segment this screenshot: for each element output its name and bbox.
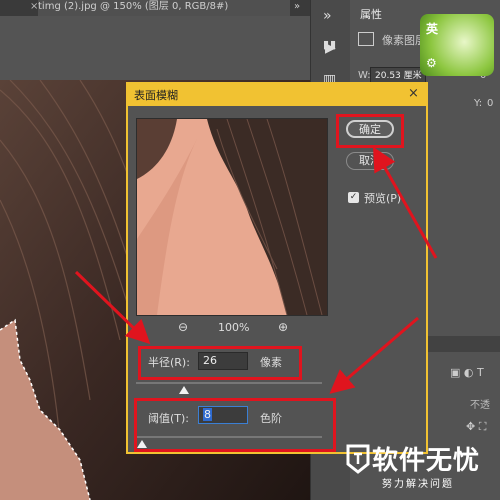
ime-language-badge: 英: [426, 22, 439, 36]
layer-filter-icons[interactable]: ▣ ◐ T: [450, 366, 484, 379]
w-value: 20.53 厘米: [375, 71, 422, 81]
dialog-title: 表面模糊: [134, 89, 178, 102]
cancel-button[interactable]: 取消: [346, 152, 394, 170]
close-icon[interactable]: ×: [408, 86, 419, 101]
surface-blur-dialog: 表面模糊 × ⊖ 100% ⊕ 确定 取消 ✓ 预览(P) 半径(R): 26 …: [126, 82, 428, 454]
watermark-logo-icon: [346, 444, 370, 474]
ok-highlight-box: [336, 114, 404, 148]
watermark-title: 软件无忧: [372, 446, 481, 476]
document-tab-strip: × timg (2).jpg @ 150% (图层 0, RGB/8#) »: [0, 0, 310, 16]
radius-highlight-box: [138, 346, 302, 380]
watermark-subtitle: 努力解决问题: [382, 479, 454, 490]
zoom-in-icon[interactable]: ⊕: [278, 320, 288, 334]
preview-label: 预览(P): [364, 192, 402, 205]
cancel-label: 取消: [359, 154, 381, 167]
radius-slider-track[interactable]: [136, 382, 322, 384]
radius-slider-thumb[interactable]: [179, 386, 190, 394]
pixel-layer-icon: [358, 32, 374, 46]
ime-widget[interactable]: 英 ⚙: [420, 14, 494, 76]
threshold-highlight-box: [134, 398, 336, 452]
y-value: 0: [487, 98, 494, 109]
expand-icon[interactable]: »: [323, 8, 332, 24]
lock-icons[interactable]: ✥ ⛶: [466, 420, 486, 434]
document-tab[interactable]: timg (2).jpg @ 150% (图层 0, RGB/8#): [38, 0, 290, 16]
y-label: Y:: [474, 98, 483, 109]
properties-title: 属性: [360, 8, 382, 21]
dialog-title-bar[interactable]: 表面模糊 ×: [128, 84, 426, 106]
watermark: 软件无忧 努力解决问题: [342, 440, 500, 500]
zoom-out-icon[interactable]: ⊖: [178, 320, 188, 334]
w-label: W:: [358, 70, 371, 81]
gear-icon[interactable]: ⚙: [426, 56, 437, 70]
document-tab-title: timg (2).jpg @ 150% (图层 0, RGB/8#): [38, 1, 229, 12]
opacity-label: 不透: [470, 400, 490, 411]
filter-preview[interactable]: [136, 118, 328, 316]
play-icon[interactable]: ▶: [325, 40, 336, 56]
zoom-level: 100%: [218, 321, 250, 334]
tab-overflow-icon[interactable]: »: [294, 0, 300, 14]
preview-checkbox[interactable]: ✓: [348, 192, 359, 203]
